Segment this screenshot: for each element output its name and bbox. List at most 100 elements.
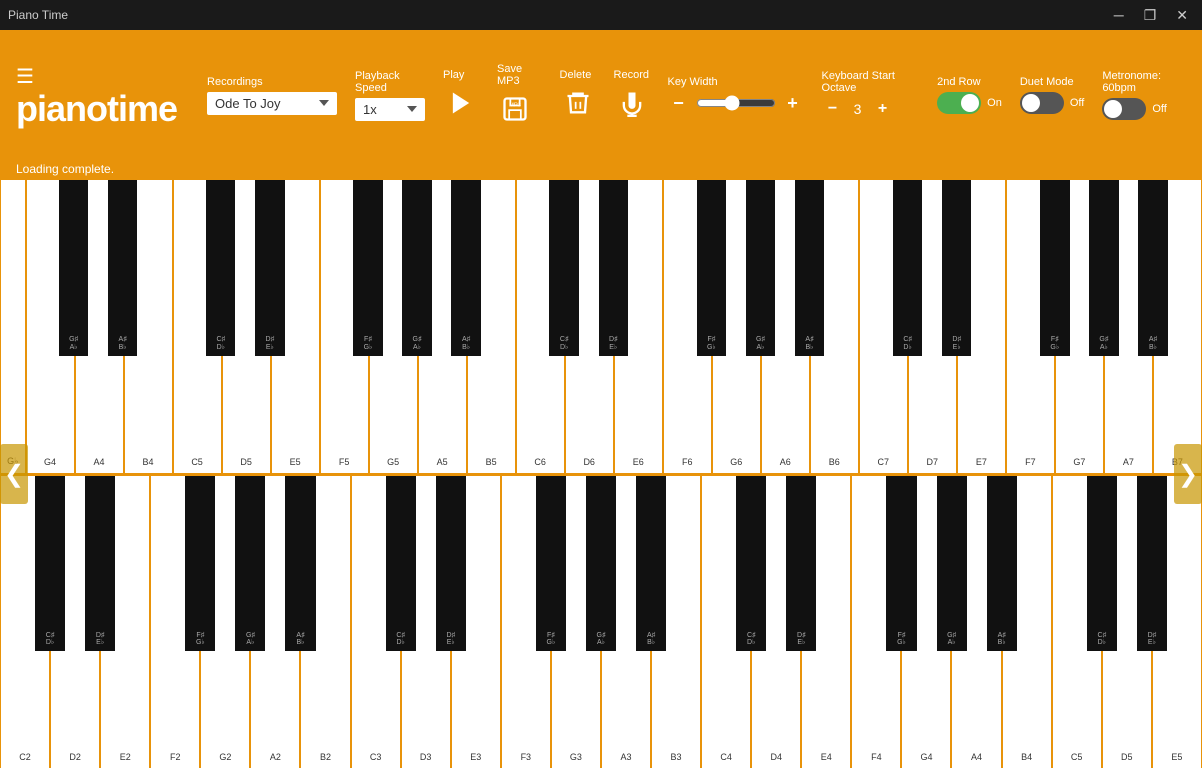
play-label: Play [443,69,464,81]
save-mp3-icon: MP3 [501,95,529,123]
recordings-label: Recordings [207,76,263,88]
logo-area: ☰ pianotime [16,64,177,127]
playback-speed-dropdown[interactable]: 0.5x 1x 1.5x 2x [355,98,425,121]
black-key[interactable]: C♯D♭ [386,476,416,652]
black-key[interactable]: A♯B♭ [285,476,315,652]
black-key[interactable]: A♯B♭ [108,180,137,356]
black-key[interactable]: C♯D♭ [893,180,922,356]
record-icon [618,89,646,117]
window-controls: ─ ❐ ✕ [1108,0,1194,30]
black-key[interactable]: G♯A♭ [235,476,265,652]
piano-container: ❮ ❯ G♭G4A4B4C5D5E5F5G5A5B5C6D6E6F6G6A6B6… [0,180,1202,768]
octave-value: 3 [850,101,866,117]
duet-mode-toggle[interactable] [1020,92,1064,114]
keyboard-start-octave-section: Keyboard Start Octave − 3 + [822,70,920,120]
key-width-plus-button[interactable]: + [782,92,804,114]
black-key[interactable]: F♯G♭ [1040,180,1069,356]
bottom-keyboard: C2D2E2F2G2A2B2C3D3E3F3G3A3B3C4D4E4F4G4A4… [0,476,1202,768]
title-bar: Piano Time ─ ❐ ✕ [0,0,1202,30]
black-key[interactable]: D♯E♭ [786,476,816,652]
nav-left-button[interactable]: ❮ [0,444,28,504]
black-key[interactable]: D♯E♭ [599,180,628,356]
metronome-section: Metronome: 60bpm Off [1102,70,1186,120]
recordings-dropdown[interactable]: Ode To Joy Untitled 1 Untitled 2 [207,92,337,115]
white-key[interactable]: G♭ [0,180,26,473]
playback-speed-label: Playback Speed [355,70,425,94]
black-key[interactable]: F♯G♭ [697,180,726,356]
black-key[interactable]: C♯D♭ [1087,476,1117,652]
black-key[interactable]: A♯B♭ [1138,180,1167,356]
key-width-slider[interactable] [696,95,776,111]
toggle-thumb [961,94,979,112]
black-key[interactable]: F♯G♭ [185,476,215,652]
duet-mode-state: Off [1070,97,1084,109]
black-key[interactable]: G♯A♭ [937,476,967,652]
key-width-controls: − + [668,92,804,114]
status-bar: Loading complete. [0,160,1202,180]
octave-plus-button[interactable]: + [872,98,894,120]
black-key[interactable]: F♯G♭ [536,476,566,652]
duet-mode-toggle-row: Off [1020,92,1084,114]
black-key[interactable]: G♯A♭ [59,180,88,356]
status-text: Loading complete. [16,162,114,176]
black-key[interactable]: A♯B♭ [795,180,824,356]
black-key[interactable]: D♯E♭ [1137,476,1167,652]
metronome-state: Off [1152,103,1166,115]
window-title: Piano Time [8,8,68,22]
bottom-white-keys: C2D2E2F2G2A2B2C3D3E3F3G3A3B3C4D4E4F4G4A4… [0,476,1202,768]
delete-label: Delete [560,69,592,81]
maximize-button[interactable]: ❐ [1138,0,1163,30]
play-section: Play [443,69,479,121]
metronome-toggle[interactable] [1102,98,1146,120]
second-row-section: 2nd Row On [937,76,1002,114]
black-key[interactable]: F♯G♭ [886,476,916,652]
delete-section: Delete [560,69,596,121]
black-key[interactable]: D♯E♭ [255,180,284,356]
black-key[interactable]: A♯B♭ [451,180,480,356]
delete-icon [564,89,592,117]
second-row-toggle-row: On [937,92,1002,114]
nav-right-button[interactable]: ❯ [1174,444,1202,504]
black-key[interactable]: A♯B♭ [636,476,666,652]
record-section: Record [614,69,650,121]
play-button[interactable] [443,85,479,121]
second-row-state: On [987,97,1002,109]
save-mp3-section: Save MP3 MP3 [497,63,542,127]
black-key[interactable]: D♯E♭ [436,476,466,652]
black-key[interactable]: D♯E♭ [942,180,971,356]
black-key[interactable]: G♯A♭ [402,180,431,356]
key-width-minus-button[interactable]: − [668,92,690,114]
record-label: Record [614,69,649,81]
key-width-section: Key Width − + [668,76,804,114]
black-key[interactable]: C♯D♭ [35,476,65,652]
delete-button[interactable] [560,85,596,121]
key-width-label: Key Width [668,76,718,88]
record-button[interactable] [614,85,650,121]
black-key[interactable]: C♯D♭ [736,476,766,652]
minimize-button[interactable]: ─ [1108,0,1130,30]
keyboards: G♭G4A4B4C5D5E5F5G5A5B5C6D6E6F6G6A6B6C7D7… [0,180,1202,768]
octave-controls: − 3 + [822,98,894,120]
black-key[interactable]: D♯E♭ [85,476,115,652]
second-row-toggle[interactable] [937,92,981,114]
black-key[interactable]: C♯D♭ [206,180,235,356]
black-key[interactable]: C♯D♭ [549,180,578,356]
toggle-thumb-duet [1022,94,1040,112]
toggle-thumb-metronome [1104,100,1122,118]
black-key[interactable]: A♯B♭ [987,476,1017,652]
play-icon [447,89,475,117]
save-mp3-button[interactable]: MP3 [497,91,533,127]
black-key[interactable]: G♯A♭ [586,476,616,652]
playback-speed-section: Playback Speed 0.5x 1x 1.5x 2x [355,70,425,121]
black-key[interactable]: F♯G♭ [353,180,382,356]
recordings-section: Recordings Ode To Joy Untitled 1 Untitle… [207,76,337,115]
metronome-label: Metronome: 60bpm [1102,70,1186,94]
keyboard-start-octave-label: Keyboard Start Octave [822,70,920,94]
hamburger-menu[interactable]: ☰ [16,64,34,89]
close-button[interactable]: ✕ [1170,0,1194,30]
black-key[interactable]: G♯A♭ [746,180,775,356]
metronome-toggle-row: Off [1102,98,1166,120]
black-key[interactable]: G♯A♭ [1089,180,1118,356]
app-logo: pianotime [16,91,177,127]
octave-minus-button[interactable]: − [822,98,844,120]
